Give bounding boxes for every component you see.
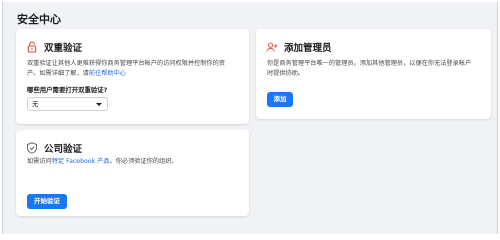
two-factor-desc-prefix: 产。如需详细了解，请 [27, 70, 89, 77]
two-factor-desc-line1: 双重验证让其他人更难获得你商务管理平台帐户的访问权限并控制你的资 [27, 60, 225, 67]
help-center-link[interactable]: 前往帮助中心 [89, 70, 126, 77]
page-title: 安全中心 [17, 13, 61, 26]
add-admin-desc-line1: 你是商务管理平台唯一的管理员。添加其他管理员，以便在你无法登录帐户 [267, 60, 472, 67]
add-person-icon [266, 41, 278, 53]
start-verification-button[interactable]: 开始验证 [27, 194, 67, 209]
business-verification-title: 公司验证 [44, 144, 83, 155]
two-factor-description: 双重验证让其他人更难获得你商务管理平台帐户的访问权限并控制你的资 产。如需详细了… [27, 59, 225, 79]
business-verification-description: 如需访问特定 Facebook 产品，你必须验证你的组织。 [27, 157, 178, 167]
add-admin-header: 添加管理员 [266, 40, 332, 54]
add-admin-description: 你是商务管理平台唯一的管理员。添加其他管理员，以便在你无法登录帐户 时提供协助。 [267, 59, 471, 79]
two-factor-question: 哪些用户需要打开双重验证? [27, 86, 108, 94]
add-admin-desc-line2: 时提供协助。 [267, 70, 305, 77]
add-admin-card: 添加管理员 你是商务管理平台唯一的管理员。添加其他管理员，以便在你无法登录帐户 … [256, 29, 491, 119]
two-factor-header: 双重验证 [26, 40, 82, 54]
facebook-products-link[interactable]: 特定 Facebook 产品 [52, 158, 110, 165]
shield-check-icon [26, 142, 38, 154]
security-center-panel: 安全中心 双重验证 双重验证让其他人更难获得你商务管理平台帐户的访问权限并控制你… [2, 2, 498, 234]
two-factor-user-select[interactable]: 无 [27, 97, 108, 111]
business-verification-card: 公司验证 如需访问特定 Facebook 产品，你必须验证你的组织。 开始验证 [16, 130, 249, 216]
add-admin-title: 添加管理员 [284, 43, 332, 54]
two-factor-select-value: 无 [32, 100, 39, 108]
business-verification-header: 公司验证 [26, 141, 82, 155]
add-admin-button[interactable]: 添加 [267, 92, 293, 107]
business-verification-desc-prefix: 如需访问 [27, 158, 52, 165]
chevron-down-icon [96, 103, 102, 106]
lock-icon [26, 41, 38, 53]
two-factor-desc-line2: 产。如需详细了解，请前往帮助中心 [27, 69, 225, 79]
two-factor-title: 双重验证 [44, 43, 83, 54]
two-factor-card: 双重验证 双重验证让其他人更难获得你商务管理平台帐户的访问权限并控制你的资 产。… [16, 29, 249, 124]
business-verification-desc-suffix: ，你必须验证你的组织。 [109, 158, 178, 165]
